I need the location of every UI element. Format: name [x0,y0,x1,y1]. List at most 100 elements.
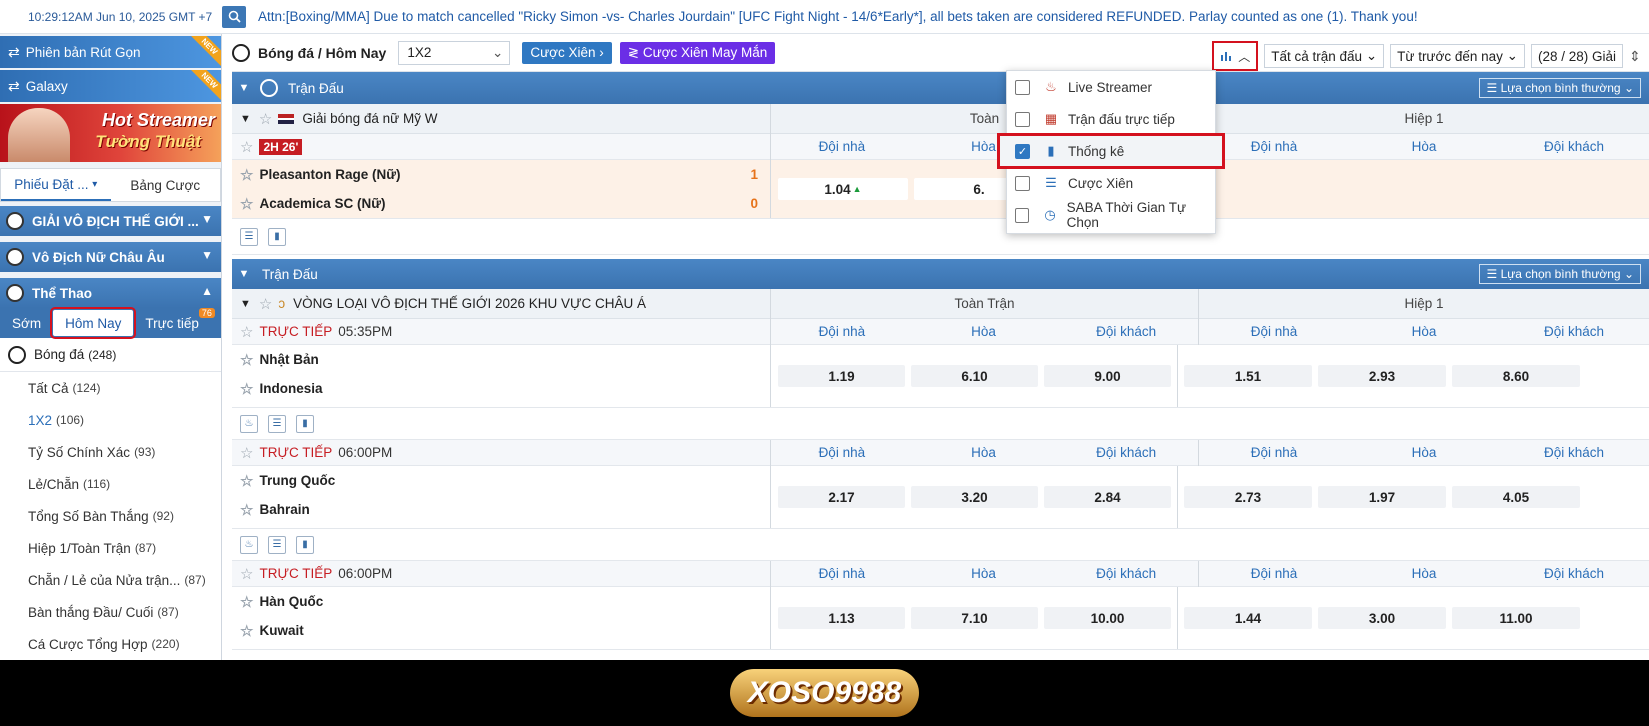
market-select[interactable]: 1X2 ⌄ [398,40,511,65]
sidebar-market-item[interactable]: Cá Cược Tổng Hợp (220) [0,628,221,660]
stats-icon[interactable]: ▮ [268,227,286,246]
star-icon[interactable]: ☆ [240,472,253,490]
star-icon[interactable]: ☆ [240,138,253,156]
odd-button[interactable]: 1.97 [1318,486,1446,508]
odd-button[interactable]: 2.84 [1044,486,1171,508]
star-icon[interactable]: ☆ [240,195,253,213]
star-icon[interactable]: ☆ [240,593,253,611]
odds-header-row: ☆ TRỰC TIẾP 05:35PM Đội nhà Hòa Đội khách … [232,318,1649,345]
sport-label: Bóng đá [34,347,85,362]
star-icon[interactable]: ☆ [240,380,253,398]
odd-button[interactable]: 10.00 [1044,607,1171,629]
checkbox[interactable] [1015,111,1030,127]
streamer-icon[interactable]: ♨ [240,414,258,433]
checkbox[interactable]: ✓ [1015,143,1030,159]
star-icon[interactable]: ☆ [240,565,253,583]
match-tools-row: ♨ ☰ ▮ [232,408,1649,440]
hot-streamer-banner[interactable]: Hot Streamer Tường Thuật [0,104,221,162]
star-icon[interactable]: ☆ [259,295,272,313]
match-filter-select[interactable]: Tất cả trận đấu ⌄ [1264,44,1385,68]
odd-button[interactable]: 1.13 [778,607,905,629]
sidebar-market-item[interactable]: 1X2 (106) [0,404,221,436]
checkbox[interactable] [1015,79,1030,95]
section-header[interactable]: ▼ Trận Đấu ☰ Lựa chọn bình thường ⌄ [232,259,1649,289]
popup-option[interactable]: ▦ Trận đấu trực tiếp [1007,103,1215,135]
sport-soccer[interactable]: Bóng đá (248) [0,338,221,372]
streamer-icon[interactable]: ♨ [240,535,258,554]
odd-button[interactable]: 2.93 [1318,365,1446,387]
star-icon[interactable]: ☆ [240,323,253,341]
col-away: Đội khách [1543,445,1605,460]
lucky-parlay-button[interactable]: ≷ Cược Xiên May Mắn [619,41,776,64]
col-draw: Hòa [971,445,996,460]
sidebar-market-item[interactable]: Lẻ/Chẵn (116) [0,468,221,500]
popup-option[interactable]: ♨ Live Streamer [1007,71,1215,103]
odd-button[interactable]: 2.17 [778,486,905,508]
chevron-down-icon[interactable]: ▼ [240,298,251,310]
parlay-icon[interactable]: ☰ [268,414,286,433]
star-icon[interactable]: ☆ [259,110,272,128]
search-button[interactable] [222,5,246,28]
list-icon: ☰ [1486,81,1498,95]
odd-button[interactable]: 3.00 [1318,607,1446,629]
popup-option[interactable]: ◷ SABA Thời Gian Tự Chọn [1007,199,1215,231]
star-icon[interactable]: ☆ [240,166,253,184]
odd-button[interactable]: 7.10 [911,607,1038,629]
checkbox[interactable] [1015,175,1030,191]
odd-button[interactable]: 11.00 [1452,607,1580,629]
match-row: ☆ Nhật Bản ☆ Indonesia 1.19 6.10 9.00 1.51 2.9… [232,345,1649,408]
odd-button[interactable]: 8.60 [1452,365,1580,387]
promo-lite-version[interactable]: ⇄ Phiên bản Rút Gọn NEW [0,36,221,68]
market-count: (116) [83,477,111,491]
odd-button[interactable]: 1.04 ▲ [778,178,908,200]
tab-today[interactable]: Hôm Nay [50,307,137,339]
sidebar-section-worldcup[interactable]: GIẢI VÔ ĐỊCH THẾ GIỚI ... ▼ [0,206,221,236]
collapse-icon[interactable]: ⇕ [1629,48,1649,65]
star-icon[interactable]: ☆ [240,351,253,369]
sidebar-market-item[interactable]: Bàn thắng Đầu/ Cuối (87) [0,596,221,628]
tab-early[interactable]: Sớm [0,308,53,338]
league-filter-button[interactable]: (28 / 28) Giải [1530,44,1623,68]
sidebar-market-item[interactable]: Tỷ Số Chính Xác (93) [0,436,221,468]
view-mode-select[interactable]: ☰ Lựa chọn bình thường ⌄ [1479,78,1641,98]
sidebar-market-item[interactable]: Chẵn / Lẻ của Nửa trận... (87) [0,564,221,596]
odd-button[interactable]: 3.20 [911,486,1038,508]
tab-bets[interactable]: Bảng Cược [111,169,221,201]
home-score: 1 [750,167,758,182]
sidebar-market-item[interactable]: Tất Cả (124) [0,372,221,404]
sidebar-section-sports[interactable]: Thể Thao ▲ [0,278,221,308]
checkbox[interactable] [1015,207,1030,223]
odd-button[interactable]: 2.73 [1184,486,1312,508]
sidebar-section-women-euro[interactable]: Vô Địch Nữ Châu Âu ▼ [0,242,221,272]
popup-option[interactable]: ☰ Cược Xiên [1007,167,1215,199]
popup-option[interactable]: ✓ ▮ Thống kê [997,133,1225,169]
notice-marquee[interactable]: Attn:[Boxing/MMA] Due to match cancelled… [258,9,1418,24]
odd-button[interactable]: 9.00 [1044,365,1171,387]
home-team: Pleasanton Rage (Nữ) [259,167,401,182]
star-icon[interactable]: ☆ [240,444,253,462]
parlay-icon[interactable]: ☰ [268,535,286,554]
odd-button[interactable]: 6.10 [911,365,1038,387]
stats-icon[interactable]: ▮ [296,535,314,554]
odd-button[interactable]: 1.19 [778,365,905,387]
sidebar-market-item[interactable]: Hiệp 1/Toàn Trận (87) [0,532,221,564]
sort-select[interactable]: Từ trước đến nay ⌄ [1390,44,1525,68]
odd-button[interactable]: 1.51 [1184,365,1312,387]
tab-live[interactable]: Trực tiếp 76 [133,308,215,338]
market-count: (87) [184,573,206,587]
section-header[interactable]: ▼ Trận Đấu ☰ Lựa chọn bình thường ⌄ [232,72,1649,104]
parlay-button[interactable]: Cược Xiên › [522,41,612,64]
view-mode-select[interactable]: ☰ Lựa chọn bình thường ⌄ [1479,264,1641,284]
tab-ticket[interactable]: Phiếu Đặt ... ▾ [1,169,111,201]
stats-icon[interactable]: ▮ [296,414,314,433]
star-icon[interactable]: ☆ [240,622,253,640]
column-settings-button[interactable]: ︿ [1212,41,1259,71]
chevron-down-icon[interactable]: ▼ [240,113,251,125]
odd-button[interactable]: 1.44 [1184,607,1312,629]
column-settings-popup: ♨ Live Streamer ▦ Trận đấu trực tiếp ✓ ▮ Thống… [997,70,1225,234]
odd-button[interactable]: 4.05 [1452,486,1580,508]
sidebar-market-item[interactable]: Tổng Số Bàn Thắng (92) [0,500,221,532]
star-icon[interactable]: ☆ [240,501,253,519]
promo-galaxy[interactable]: ⇄ Galaxy NEW [0,70,221,102]
parlay-icon[interactable]: ☰ [240,227,258,246]
